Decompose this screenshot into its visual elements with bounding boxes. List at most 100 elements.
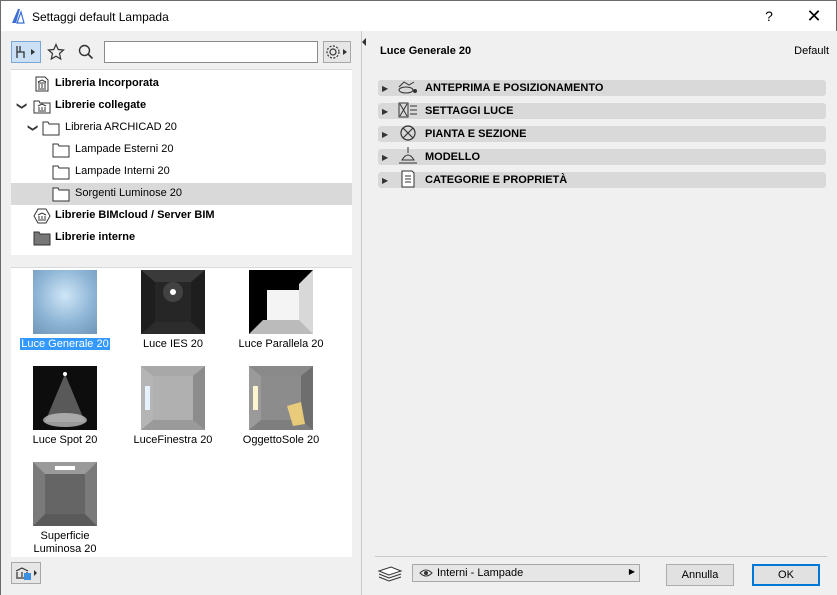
chevron-right-icon: ▶ — [382, 152, 389, 162]
chevron-right-icon: ▶ — [382, 106, 389, 116]
tree-item-label: Librerie BIMcloud / Server BIM — [55, 209, 215, 221]
object-thumbnail — [141, 366, 205, 430]
object-item-oggettosole[interactable]: OggettoSole 20 — [231, 366, 331, 450]
archicad-logo-icon — [12, 9, 25, 24]
chevron-right-icon: ▶ — [382, 175, 389, 185]
section-label: CATEGORIE E PROPRIETÀ — [425, 174, 568, 186]
search-button[interactable] — [73, 41, 99, 63]
pane-splitter[interactable] — [11, 255, 352, 267]
categories-icon — [401, 170, 415, 188]
object-thumbnail — [33, 366, 97, 430]
search-icon — [78, 44, 94, 60]
library-manager-icon — [15, 567, 37, 580]
library-panel: Libreria Incorporata ❯ Librerie collegat… — [1, 31, 361, 595]
object-label: OggettoSole 20 — [242, 434, 320, 446]
object-thumbnail — [141, 270, 205, 334]
favorites-button[interactable] — [45, 41, 67, 63]
tree-item-label: Librerie interne — [55, 231, 136, 243]
object-thumbnail — [249, 270, 313, 334]
library-toolbar — [1, 31, 361, 71]
chevron-down-icon[interactable]: ❯ — [22, 123, 44, 133]
section-settaggi-luce[interactable]: ▶ SETTAGGI LUCE — [378, 102, 826, 119]
tree-item-libreria-incorporata[interactable]: Libreria Incorporata — [11, 73, 352, 95]
object-label: Luce Generale 20 — [19, 337, 111, 351]
layer-value: Interni - Lampade — [437, 567, 524, 579]
object-item-luce-generale[interactable]: Luce Generale 20 — [15, 270, 115, 354]
settings-panel: Luce Generale 20 Default ▶ ANTEPRIMA E P… — [367, 31, 837, 595]
object-item-lucefinestra[interactable]: LuceFinestra 20 — [123, 366, 223, 450]
gear-icon — [326, 45, 347, 59]
lamp-model-icon — [399, 147, 417, 164]
tree-item-label: Sorgenti Luminose 20 — [75, 187, 183, 199]
close-button[interactable]: ✕ — [793, 2, 835, 30]
settings-menu-button[interactable] — [323, 41, 351, 63]
internal-library-folder-icon — [33, 231, 51, 246]
tree-item-libreria-archicad[interactable]: ❯ Libreria ARCHICAD 20 — [11, 117, 352, 139]
bimcloud-server-icon — [33, 208, 51, 224]
folder-icon — [42, 121, 60, 136]
plan-section-icon — [400, 125, 416, 141]
section-anteprima-posizionamento[interactable]: ▶ ANTEPRIMA E POSIZIONAMENTO — [378, 80, 826, 96]
folder-icon — [52, 187, 70, 202]
layers-icon — [377, 566, 403, 582]
folder-icon — [52, 165, 70, 180]
window-title: Settaggi default Lampada — [32, 10, 169, 24]
chevron-right-icon: ▶ — [382, 83, 389, 93]
chevron-right-icon: ▶ — [628, 567, 635, 576]
tree-item-lampade-esterni[interactable]: Lampade Esterni 20 — [11, 139, 352, 161]
folder-view-button[interactable] — [11, 41, 41, 63]
tree-item-bimcloud[interactable]: Librerie BIMcloud / Server BIM — [11, 205, 352, 227]
object-thumbnail — [33, 270, 97, 334]
object-item-luce-spot[interactable]: Luce Spot 20 — [15, 366, 115, 450]
search-input[interactable] — [104, 41, 318, 63]
object-label: Luce Parallela 20 — [238, 338, 324, 350]
object-item-superficie-luminosa[interactable]: Superficie Luminosa 20 — [15, 462, 115, 558]
library-tree: Libreria Incorporata ❯ Librerie collegat… — [11, 69, 352, 284]
dialog-window: Settaggi default Lampada ? ✕ Libreria In… — [0, 0, 837, 595]
tree-item-label: Libreria ARCHICAD 20 — [65, 121, 177, 133]
layer-dropdown[interactable]: Interni - Lampade ▶ — [412, 564, 640, 582]
title-bar: Settaggi default Lampada ? ✕ — [1, 1, 836, 31]
folder-icon — [52, 143, 70, 158]
help-button[interactable]: ? — [749, 2, 789, 30]
tree-item-librerie-collegate[interactable]: ❯ Librerie collegate — [11, 95, 352, 117]
tree-item-label: Lampade Interni 20 — [75, 165, 170, 177]
tree-item-label: Lampade Esterni 20 — [75, 143, 174, 155]
linked-library-icon — [33, 100, 51, 114]
chevron-right-icon: ▶ — [382, 129, 389, 139]
section-label: PIANTA E SEZIONE — [425, 128, 527, 140]
object-item-luce-parallela[interactable]: Luce Parallela 20 — [231, 270, 331, 354]
object-label: Luce IES 20 — [143, 338, 203, 350]
embedded-library-icon — [35, 76, 49, 92]
tree-item-librerie-interne[interactable]: Librerie interne — [11, 227, 352, 249]
section-label: SETTAGGI LUCE — [425, 105, 514, 117]
section-label: MODELLO — [425, 151, 480, 163]
selected-object-title: Luce Generale 20 — [380, 45, 472, 57]
section-modello[interactable]: ▶ MODELLO — [378, 147, 826, 165]
light-settings-icon — [398, 102, 417, 118]
section-label: ANTEPRIMA E POSIZIONAMENTO — [425, 82, 604, 94]
preview-position-icon — [398, 81, 417, 94]
tree-item-label: Libreria Incorporata — [55, 77, 159, 89]
chevron-down-icon[interactable]: ❯ — [11, 101, 33, 111]
tree-item-sorgenti-luminose[interactable]: Sorgenti Luminose 20 — [11, 183, 352, 205]
object-item-luce-ies[interactable]: Luce IES 20 — [123, 270, 223, 354]
default-label: Default — [794, 45, 829, 57]
object-grid: Luce Generale 20 Luce IES 20 Luce Parall… — [11, 267, 352, 557]
cancel-button[interactable]: Annulla — [666, 564, 734, 586]
chair-view-icon — [16, 46, 35, 58]
section-categorie-proprieta[interactable]: ▶ CATEGORIE E PROPRIETÀ — [378, 170, 826, 188]
object-thumbnail — [249, 366, 313, 430]
object-label: Superficie Luminosa 20 — [33, 530, 97, 555]
section-pianta-sezione[interactable]: ▶ PIANTA E SEZIONE — [378, 125, 826, 142]
library-manager-button[interactable] — [11, 562, 41, 584]
tree-item-lampade-interni[interactable]: Lampade Interni 20 — [11, 161, 352, 183]
object-thumbnail — [33, 462, 97, 526]
ok-button[interactable]: OK — [752, 564, 820, 586]
object-label: Luce Spot 20 — [32, 434, 98, 446]
eye-icon — [419, 569, 433, 577]
footer-divider — [375, 556, 827, 557]
star-icon — [47, 43, 65, 61]
object-label: LuceFinestra 20 — [133, 434, 213, 446]
tree-item-label: Librerie collegate — [55, 99, 147, 111]
